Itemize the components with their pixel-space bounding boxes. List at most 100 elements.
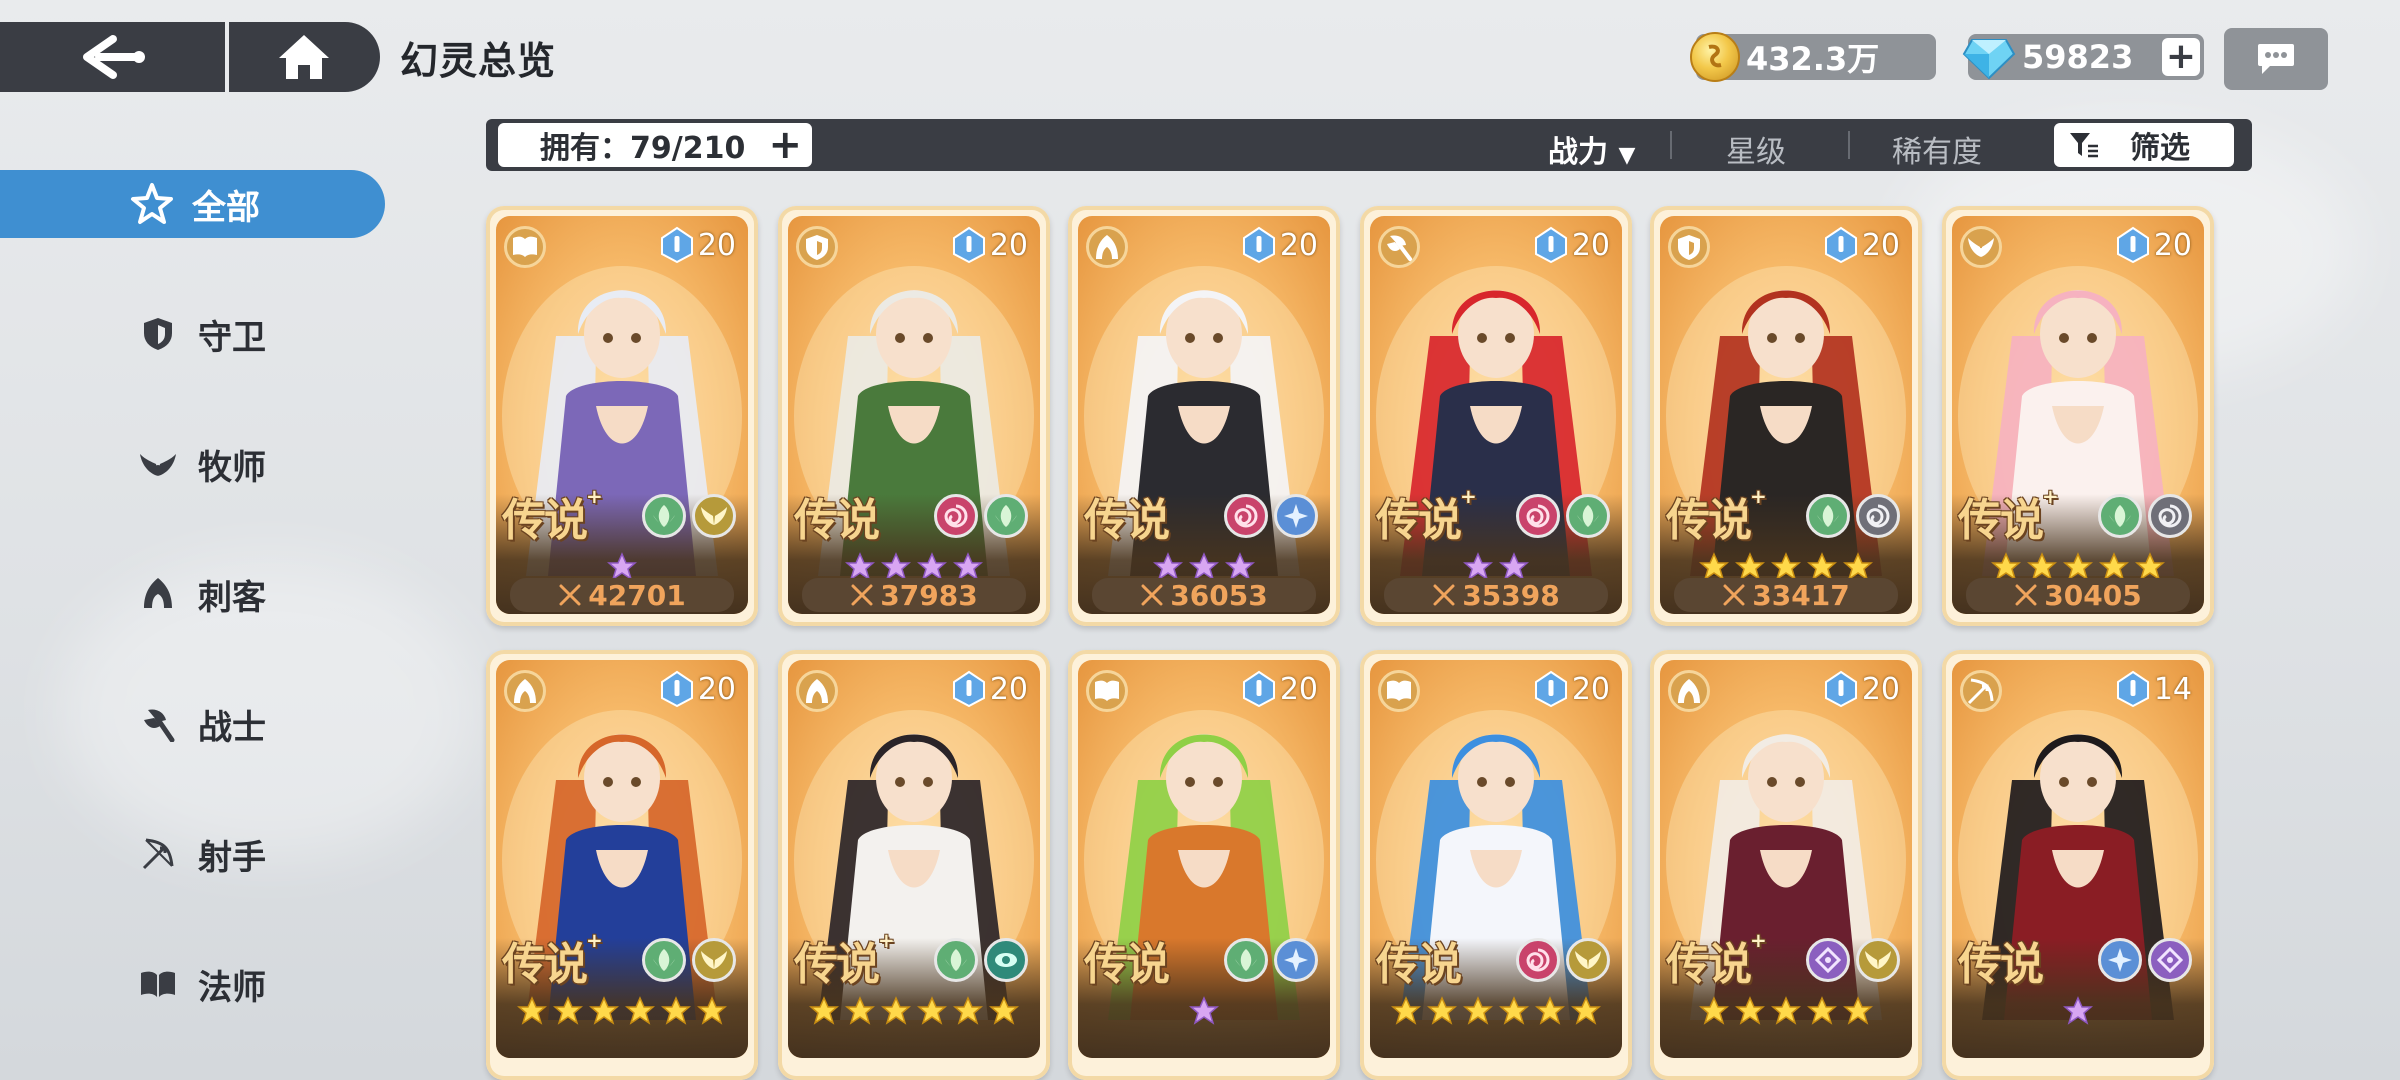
element-icons xyxy=(1224,494,1318,538)
character-card[interactable]: 20 传说+ 42701 xyxy=(486,206,758,626)
combat-power-value: 36053 xyxy=(1170,578,1268,612)
character-card[interactable]: 20 传说+ 30405 xyxy=(1942,206,2214,626)
element-icons xyxy=(642,938,736,982)
rarity-text: 传说 xyxy=(1084,939,1170,990)
fire-swirl-element-icon xyxy=(1224,494,1268,538)
rarity-plus: + xyxy=(586,484,603,508)
back-arrow-icon xyxy=(82,35,145,79)
character-card[interactable]: 20 传说+ 35398 xyxy=(1360,206,1632,626)
character-card[interactable]: 20 传说+ 33417 xyxy=(1650,206,1922,626)
star-icon xyxy=(553,996,583,1025)
vortex-element-icon xyxy=(2148,494,2192,538)
character-card[interactable]: 20 传说 37983 xyxy=(778,206,1050,626)
sort-by-star[interactable]: 星级 xyxy=(1726,127,1786,171)
wings-element-icon xyxy=(1566,938,1610,982)
character-portrait: 20 传说+ xyxy=(496,660,748,1058)
gold-coin-icon xyxy=(1690,32,1740,82)
crossed-swords-icon xyxy=(2015,584,2037,606)
sidebar-item-all[interactable]: 全部 xyxy=(0,170,385,238)
rarity-label: 传说 xyxy=(1084,484,1170,548)
star-icon xyxy=(1391,996,1421,1025)
owned-count-box[interactable]: 拥有：79/210 + xyxy=(498,123,812,167)
expand-capacity-plus-icon[interactable]: + xyxy=(768,125,802,165)
star-rating xyxy=(1660,996,1912,1026)
sidebar-item-guard[interactable]: 守卫 xyxy=(0,300,385,368)
sidebar-item-label: 守卫 xyxy=(198,317,266,358)
sidebar-item-warrior[interactable]: 战士 xyxy=(0,690,385,758)
level-indicator: 20 xyxy=(952,226,1028,264)
combat-power-bar: 30405 xyxy=(1966,578,2190,612)
character-card[interactable]: 20 传说 xyxy=(1360,650,1632,1080)
character-card[interactable]: 20 传说+ xyxy=(778,650,1050,1080)
divider xyxy=(1848,131,1850,159)
hood-icon xyxy=(1668,670,1710,712)
fire-swirl-element-icon xyxy=(1516,938,1560,982)
rarity-text: 传说 xyxy=(502,495,588,546)
character-card[interactable]: 20 传说 xyxy=(1068,650,1340,1080)
gem-balance[interactable]: 59823 + xyxy=(1962,34,2204,80)
chat-button[interactable] xyxy=(2224,28,2328,90)
character-card[interactable]: 20 传说+ xyxy=(486,650,758,1080)
sidebar-item-archer[interactable]: 射手 xyxy=(0,820,385,888)
book-icon xyxy=(1086,670,1128,712)
vortex-element-icon xyxy=(1856,494,1900,538)
level-crystal-icon xyxy=(1824,226,1857,264)
star-icon xyxy=(625,996,655,1025)
level-indicator: 20 xyxy=(1534,226,1610,264)
element-icons xyxy=(934,938,1028,982)
sidebar-item-assassin[interactable]: 刺客 xyxy=(0,560,385,628)
rarity-plus: + xyxy=(1750,928,1767,952)
combat-power-bar: 42701 xyxy=(510,578,734,612)
sidebar-item-label: 全部 xyxy=(192,187,260,228)
star-icon xyxy=(989,996,1019,1025)
star-icon xyxy=(1843,996,1873,1025)
sidebar-item-priest[interactable]: 牧师 xyxy=(0,430,385,498)
star-rating xyxy=(1370,996,1622,1026)
level-crystal-icon xyxy=(1242,670,1275,708)
star-icon xyxy=(697,996,727,1025)
character-card[interactable]: 20 传说 36053 xyxy=(1068,206,1340,626)
character-card[interactable]: 20 传说+ xyxy=(1650,650,1922,1080)
sidebar-item-mage[interactable]: 法师 xyxy=(0,950,385,1018)
star-rating xyxy=(1952,996,2204,1026)
level-crystal-icon xyxy=(660,226,693,264)
add-gems-button[interactable]: + xyxy=(2162,38,2200,76)
element-icons xyxy=(1224,938,1318,982)
sort-by-power[interactable]: 战力 ▼ xyxy=(1548,127,1635,171)
rarity-text: 传说 xyxy=(1666,939,1752,990)
leaf-element-icon xyxy=(934,938,978,982)
filter-button[interactable]: 筛选 xyxy=(2054,123,2234,167)
sidebar-item-label: 刺客 xyxy=(198,577,266,618)
leaf-element-icon xyxy=(984,494,1028,538)
book-icon xyxy=(136,962,180,1006)
diamond-gem-icon xyxy=(1962,39,2016,80)
coin-amount: 432.3万 xyxy=(1746,40,1880,78)
crossed-swords-icon xyxy=(1141,584,1163,606)
star-icon xyxy=(845,996,875,1025)
level-crystal-icon xyxy=(952,670,985,708)
combat-power-bar: 37983 xyxy=(802,578,1026,612)
leaf-element-icon xyxy=(1806,494,1850,538)
level-value: 14 xyxy=(2153,671,2192,707)
back-button[interactable] xyxy=(0,22,225,92)
star-icon xyxy=(1571,996,1601,1025)
shield-icon xyxy=(1668,226,1710,268)
coin-balance[interactable]: 432.3万 xyxy=(1690,32,1936,82)
home-button[interactable] xyxy=(229,22,379,92)
frost-element-icon xyxy=(1274,494,1318,538)
character-card[interactable]: 14 传说 xyxy=(1942,650,2214,1080)
rarity-label: 传说 xyxy=(794,484,880,548)
rarity-text: 传说 xyxy=(1666,495,1752,546)
element-icons xyxy=(1516,494,1610,538)
leaf-element-icon xyxy=(642,938,686,982)
sort-by-rarity[interactable]: 稀有度 xyxy=(1892,127,1982,171)
element-icons xyxy=(642,494,736,538)
top-nav xyxy=(0,22,380,92)
rarity-label: 传说+ xyxy=(502,484,603,548)
rarity-text: 传说 xyxy=(1084,495,1170,546)
rarity-text: 传说 xyxy=(1376,939,1462,990)
level-value: 20 xyxy=(1861,227,1900,263)
star-icon xyxy=(809,996,839,1025)
character-portrait: 14 传说 xyxy=(1952,660,2204,1058)
fire-swirl-element-icon xyxy=(934,494,978,538)
